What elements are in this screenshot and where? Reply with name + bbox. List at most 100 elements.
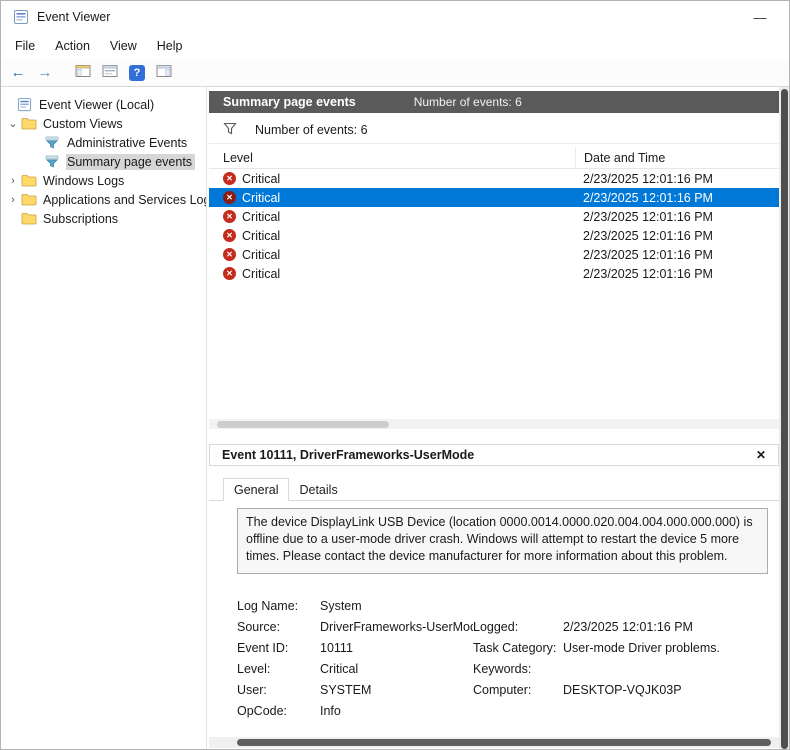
field-value [563, 704, 771, 718]
critical-icon: ✕ [223, 248, 236, 261]
tree-item-event-viewer-local[interactable]: Event Viewer (Local) [1, 95, 206, 114]
menu-file[interactable]: File [5, 36, 45, 56]
event-row-selected[interactable]: ✕ Critical 2/23/2025 12:01:16 PM [209, 188, 779, 207]
event-datetime: 2/23/2025 12:01:16 PM [583, 209, 713, 224]
tree-item-label: Subscriptions [43, 211, 119, 226]
event-level: Critical [242, 209, 281, 224]
event-properties-grid: Log Name: System Source: DriverFramework… [237, 599, 771, 718]
minimize-button[interactable]: — [743, 10, 777, 25]
tree-item-label: Windows Logs [43, 173, 125, 188]
folder-icon [21, 211, 38, 226]
field-value: DriverFrameworks-UserMode [320, 620, 473, 634]
field-value: User-mode Driver problems. [563, 641, 720, 655]
folder-icon [21, 192, 38, 207]
tree-item-label: Applications and Services Log [43, 192, 207, 207]
console-tree-icon [75, 64, 91, 81]
vertical-scrollbar-thumb[interactable] [780, 89, 788, 749]
column-header-level[interactable]: Level [209, 151, 575, 165]
field-value: DESKTOP-VQJK03P [563, 683, 682, 697]
menu-help[interactable]: Help [147, 36, 193, 56]
field-label [473, 599, 563, 613]
chevron-down-icon[interactable]: ⌄ [5, 117, 21, 130]
help-icon: ? [129, 64, 145, 81]
events-table-header: Level Date and Time [209, 147, 779, 169]
events-horizontal-scrollbar-thumb[interactable] [217, 420, 389, 428]
menu-view[interactable]: View [100, 36, 147, 56]
critical-icon: ✕ [223, 229, 236, 242]
close-icon[interactable]: ✕ [756, 448, 778, 462]
back-arrow-icon: ← [10, 64, 26, 81]
console-tree: Event Viewer (Local) ⌄ Custom Views Admi… [1, 87, 207, 749]
tab-details[interactable]: Details [289, 479, 347, 500]
field-value: 2/23/2025 12:01:16 PM [563, 620, 693, 634]
field-label: Task Category: [473, 641, 557, 655]
tree-item-administrative-events[interactable]: Administrative Events [1, 133, 206, 152]
filter-count-label: Number of events: 6 [255, 123, 368, 137]
chevron-right-icon[interactable]: › [5, 175, 21, 187]
action-pane-icon [156, 64, 172, 81]
events-horizontal-scrollbar[interactable] [209, 419, 779, 429]
event-level: Critical [242, 171, 281, 186]
event-level: Critical [242, 190, 281, 205]
detail-horizontal-scrollbar[interactable] [209, 737, 779, 748]
title-bar: Event Viewer — [1, 1, 789, 33]
field-value: 10111 [320, 641, 353, 655]
menu-bar: File Action View Help [1, 33, 789, 59]
filter-group-row[interactable]: Number of events: 6 [209, 117, 779, 144]
detail-tabs: General Details [209, 478, 779, 501]
events-table-body: ✕ Critical 2/23/2025 12:01:16 PM ✕ Critica… [209, 169, 779, 283]
tree-item-custom-views[interactable]: ⌄ Custom Views [1, 114, 206, 133]
event-description: The device DisplayLink USB Device (locat… [237, 508, 768, 574]
event-datetime: 2/23/2025 12:01:16 PM [583, 266, 713, 281]
column-header-date-and-time[interactable]: Date and Time [575, 147, 779, 168]
tree-item-label: Event Viewer (Local) [39, 97, 155, 112]
event-row[interactable]: ✕ Critical 2/23/2025 12:01:16 PM [209, 226, 779, 245]
folder-icon [21, 173, 38, 188]
event-row[interactable]: ✕ Critical 2/23/2025 12:01:16 PM [209, 169, 779, 188]
field-value: Info [320, 704, 341, 718]
event-level: Critical [242, 228, 281, 243]
properties-button[interactable] [99, 62, 121, 84]
tree-item-summary-page-events[interactable]: Summary page events [1, 152, 206, 171]
field-label: Level: [237, 662, 271, 676]
event-row[interactable]: ✕ Critical 2/23/2025 12:01:16 PM [209, 264, 779, 283]
window-body: Event Viewer (Local) ⌄ Custom Views Admi… [1, 87, 789, 749]
back-button[interactable]: ← [7, 62, 29, 84]
field-value [563, 662, 771, 676]
event-detail-header: Event 10111, DriverFrameworks-UserMode ✕ [209, 444, 779, 466]
forward-arrow-icon: → [37, 64, 53, 81]
tab-general[interactable]: General [223, 478, 290, 501]
field-label: Computer: [473, 683, 532, 697]
summary-header-bar: Summary page events Number of events: 6 [209, 91, 779, 113]
tree-item-subscriptions[interactable]: Subscriptions [1, 209, 206, 228]
chevron-right-icon[interactable]: › [5, 194, 21, 206]
event-level: Critical [242, 247, 281, 262]
window-title: Event Viewer [37, 10, 111, 24]
event-datetime: 2/23/2025 12:01:16 PM [583, 247, 713, 262]
field-label: Logged: [473, 620, 519, 634]
event-viewer-app-icon [13, 9, 29, 25]
action-pane-toggle-button[interactable] [153, 62, 175, 84]
field-label: Event ID: [237, 641, 289, 655]
event-row[interactable]: ✕ Critical 2/23/2025 12:01:16 PM [209, 245, 779, 264]
results-pane: Summary page events Number of events: 6 … [207, 87, 779, 749]
field-label: Keywords: [473, 662, 532, 676]
vertical-scrollbar[interactable] [779, 87, 789, 749]
folder-icon [21, 116, 38, 131]
menu-action[interactable]: Action [45, 36, 100, 56]
tree-item-label: Summary page events [67, 154, 193, 169]
properties-icon [102, 64, 118, 81]
field-label: Source: [237, 620, 281, 634]
forward-button[interactable]: → [34, 62, 56, 84]
event-datetime: 2/23/2025 12:01:16 PM [583, 171, 713, 186]
custom-view-filter-icon [45, 154, 62, 169]
help-button[interactable]: ? [126, 62, 148, 84]
field-label: OpCode: [237, 704, 288, 718]
detail-horizontal-scrollbar-thumb[interactable] [237, 739, 771, 746]
console-tree-toggle-button[interactable] [72, 62, 94, 84]
tree-item-windows-logs[interactable]: › Windows Logs [1, 171, 206, 190]
tree-item-applications-services-logs[interactable]: › Applications and Services Log [1, 190, 206, 209]
field-value: SYSTEM [320, 683, 372, 697]
event-row[interactable]: ✕ Critical 2/23/2025 12:01:16 PM [209, 207, 779, 226]
critical-icon: ✕ [223, 191, 236, 204]
